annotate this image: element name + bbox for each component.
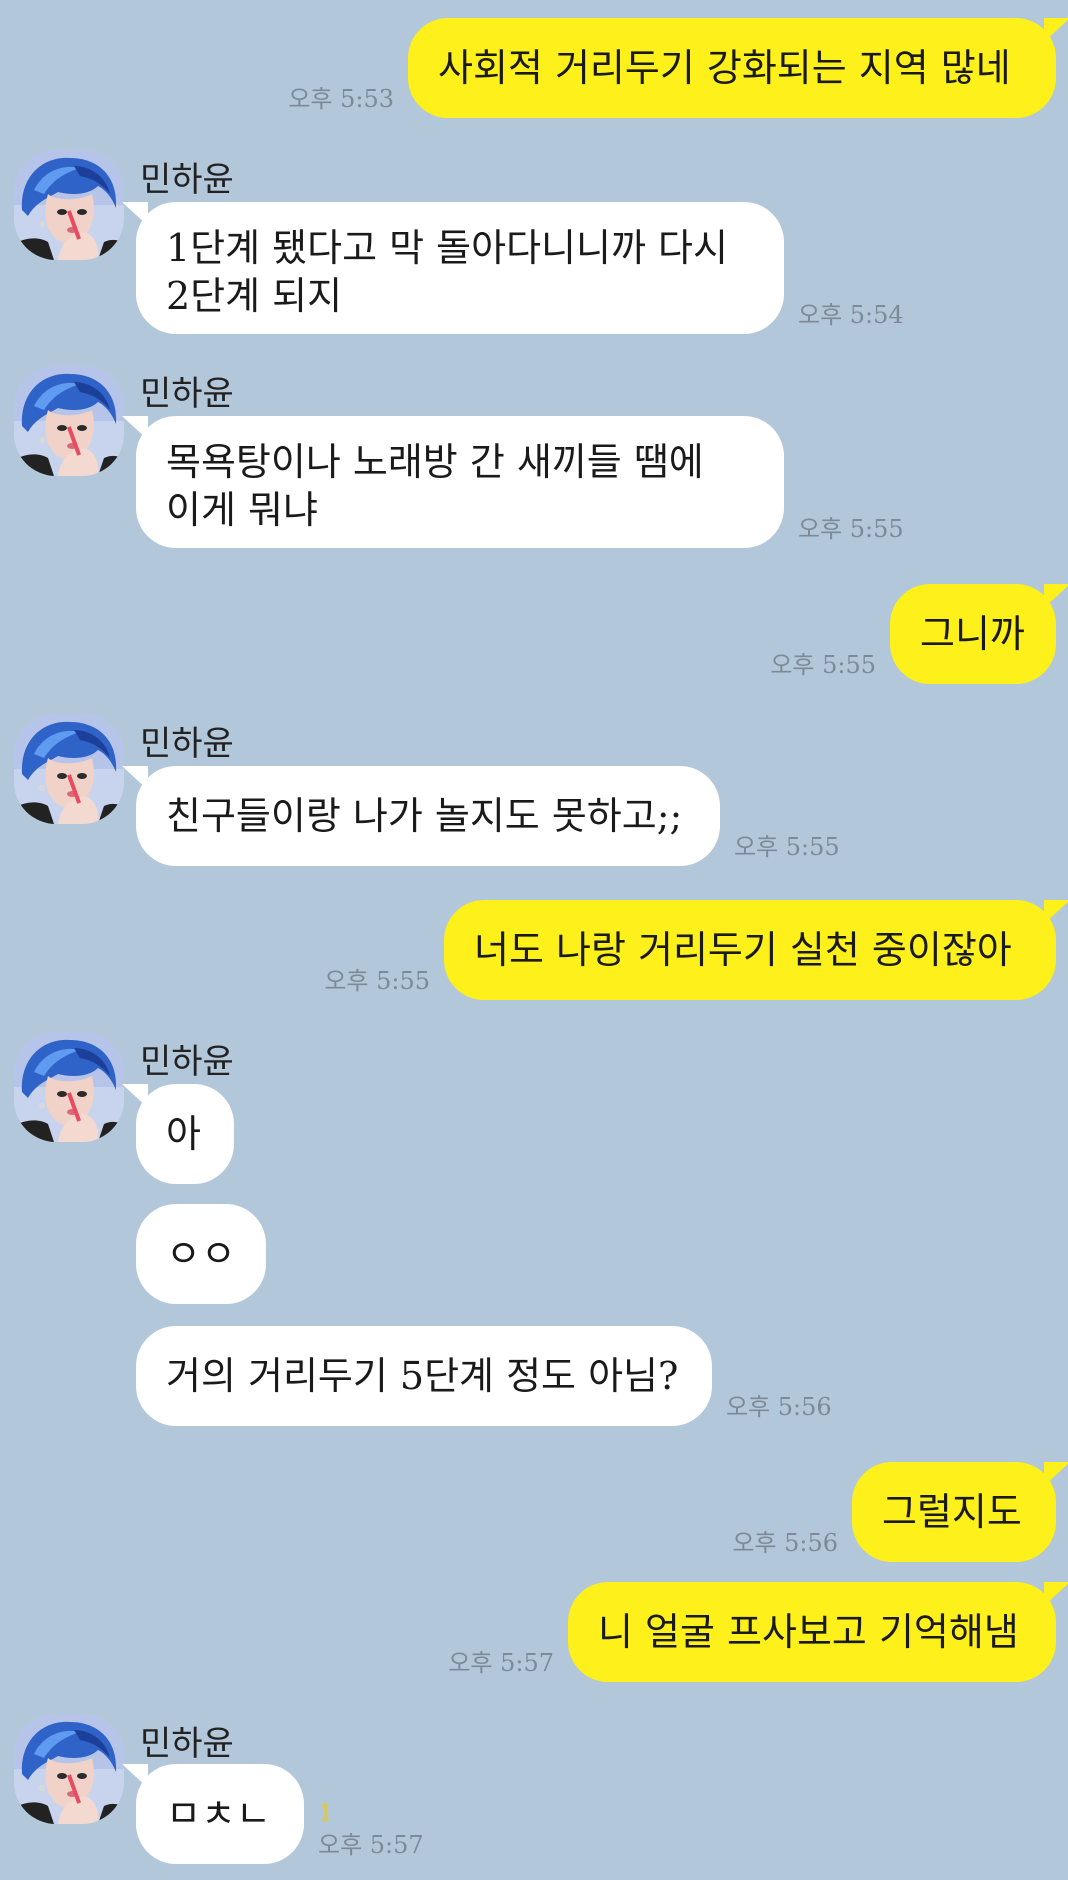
message-text-line: 1단계 됐다고 막 돌아다니니까 다시 <box>166 226 728 270</box>
message-bubble-sent[interactable]: 사회적 거리두기 강화되는 지역 많네 <box>408 18 1068 118</box>
message-row-sent: 오후 5:57 니 얼굴 프사보고 기억해냄 <box>448 1582 1068 1682</box>
message-text: 사회적 거리두기 강화되는 지역 많네 <box>438 46 1011 90</box>
sender-name: 민하윤 <box>140 1724 234 1764</box>
message-row-received: 거의 거리두기 5단계 정도 아님? 오후 5:56 <box>136 1326 832 1426</box>
message-text: 친구들이랑 나가 놀지도 못하고;; <box>166 794 683 838</box>
message-bubble-received[interactable]: 거의 거리두기 5단계 정도 아님? <box>136 1326 712 1426</box>
profile-photo-icon <box>14 366 124 476</box>
sender-name: 민하윤 <box>140 1042 234 1082</box>
message-meta: 오후 5:57 <box>448 1643 554 1682</box>
message-meta: 오후 5:54 <box>798 295 904 334</box>
message-text: 그럴지도 <box>882 1490 1022 1534</box>
chat-room[interactable]: 오후 5:53 사회적 거리두기 강화되는 지역 많네 민하윤 1단계 됐다고 … <box>0 0 1068 1880</box>
message-time: 오후 5:56 <box>732 1529 838 1557</box>
message-time: 오후 5:57 <box>448 1649 554 1677</box>
message-meta: 오후 5:55 <box>798 509 904 548</box>
contact-avatar[interactable] <box>14 714 124 824</box>
message-time: 오후 5:53 <box>288 85 394 113</box>
profile-photo-icon <box>14 150 124 260</box>
message-time: 오후 5:55 <box>324 967 430 995</box>
profile-photo-icon <box>14 1032 124 1142</box>
contact-avatar[interactable] <box>14 1714 124 1824</box>
contact-avatar[interactable] <box>14 366 124 476</box>
message-row-received: 목욕탕이나 노래방 간 새끼들 땜에 이게 뭐냐 오후 5:55 <box>122 416 904 548</box>
sender-name: 민하윤 <box>140 160 234 200</box>
message-time: 오후 5:55 <box>770 651 876 679</box>
message-meta: 1 오후 5:57 <box>318 1801 424 1864</box>
message-meta: 오후 5:53 <box>288 79 394 118</box>
message-bubble-received[interactable]: 목욕탕이나 노래방 간 새끼들 땜에 이게 뭐냐 <box>122 416 784 548</box>
message-text: 너도 나랑 거리두기 실천 중이잖아 <box>474 928 1012 972</box>
sender-name: 민하윤 <box>140 724 234 764</box>
message-row-received: 1단계 됐다고 막 돌아다니니까 다시 2단계 되지 오후 5:54 <box>122 202 904 334</box>
message-text: ㅁㅊㄴ <box>166 1792 271 1836</box>
message-bubble-sent[interactable]: 그니까 <box>890 584 1068 684</box>
message-bubble-received[interactable]: ㅇㅇ <box>136 1204 266 1304</box>
message-bubble-received[interactable]: 아 <box>122 1084 234 1184</box>
message-text: ㅇㅇ <box>166 1232 236 1276</box>
message-bubble-sent[interactable]: 니 얼굴 프사보고 기억해냄 <box>568 1582 1068 1682</box>
message-row-sent: 오후 5:53 사회적 거리두기 강화되는 지역 많네 <box>288 18 1068 118</box>
profile-photo-icon <box>14 714 124 824</box>
message-bubble-received[interactable]: 친구들이랑 나가 놀지도 못하고;; <box>122 766 720 866</box>
message-meta: 오후 5:56 <box>732 1523 838 1562</box>
message-time: 오후 5:54 <box>798 301 904 329</box>
message-meta: 오후 5:55 <box>770 645 876 684</box>
message-text-line: 목욕탕이나 노래방 간 새끼들 땜에 <box>166 440 704 484</box>
message-row-received: ㅇㅇ <box>136 1204 266 1304</box>
message-text: 아 <box>166 1112 201 1156</box>
profile-photo-icon <box>14 1714 124 1824</box>
message-row-sent: 오후 5:56 그럴지도 <box>732 1462 1068 1562</box>
message-time: 오후 5:55 <box>734 833 840 861</box>
contact-avatar[interactable] <box>14 150 124 260</box>
message-row-received: 친구들이랑 나가 놀지도 못하고;; 오후 5:55 <box>122 766 840 866</box>
message-meta: 오후 5:55 <box>324 961 430 1000</box>
message-text: 그니까 <box>920 612 1025 656</box>
message-text: 거의 거리두기 5단계 정도 아님? <box>166 1354 679 1398</box>
message-row-received: 아 <box>122 1084 234 1184</box>
message-row-sent: 오후 5:55 그니까 <box>770 584 1068 684</box>
message-meta: 오후 5:56 <box>726 1387 832 1426</box>
message-bubble-received[interactable]: 1단계 됐다고 막 돌아다니니까 다시 2단계 되지 <box>122 202 784 334</box>
message-text-line: 이게 뭐냐 <box>166 488 318 532</box>
message-text-line: 2단계 되지 <box>166 274 343 318</box>
message-text: 니 얼굴 프사보고 기억해냄 <box>598 1610 1019 1654</box>
message-time: 오후 5:57 <box>318 1831 424 1859</box>
message-time: 오후 5:56 <box>726 1393 832 1421</box>
message-time: 오후 5:55 <box>798 515 904 543</box>
message-bubble-sent[interactable]: 너도 나랑 거리두기 실천 중이잖아 <box>444 900 1068 1000</box>
unread-count: 1 <box>318 1799 334 1827</box>
message-bubble-sent[interactable]: 그럴지도 <box>852 1462 1068 1562</box>
message-meta: 오후 5:55 <box>734 827 840 866</box>
sender-name: 민하윤 <box>140 374 234 414</box>
contact-avatar[interactable] <box>14 1032 124 1142</box>
message-row-sent: 오후 5:55 너도 나랑 거리두기 실천 중이잖아 <box>324 900 1068 1000</box>
message-bubble-received[interactable]: ㅁㅊㄴ <box>122 1764 304 1864</box>
message-row-received: ㅁㅊㄴ 1 오후 5:57 <box>122 1764 424 1864</box>
